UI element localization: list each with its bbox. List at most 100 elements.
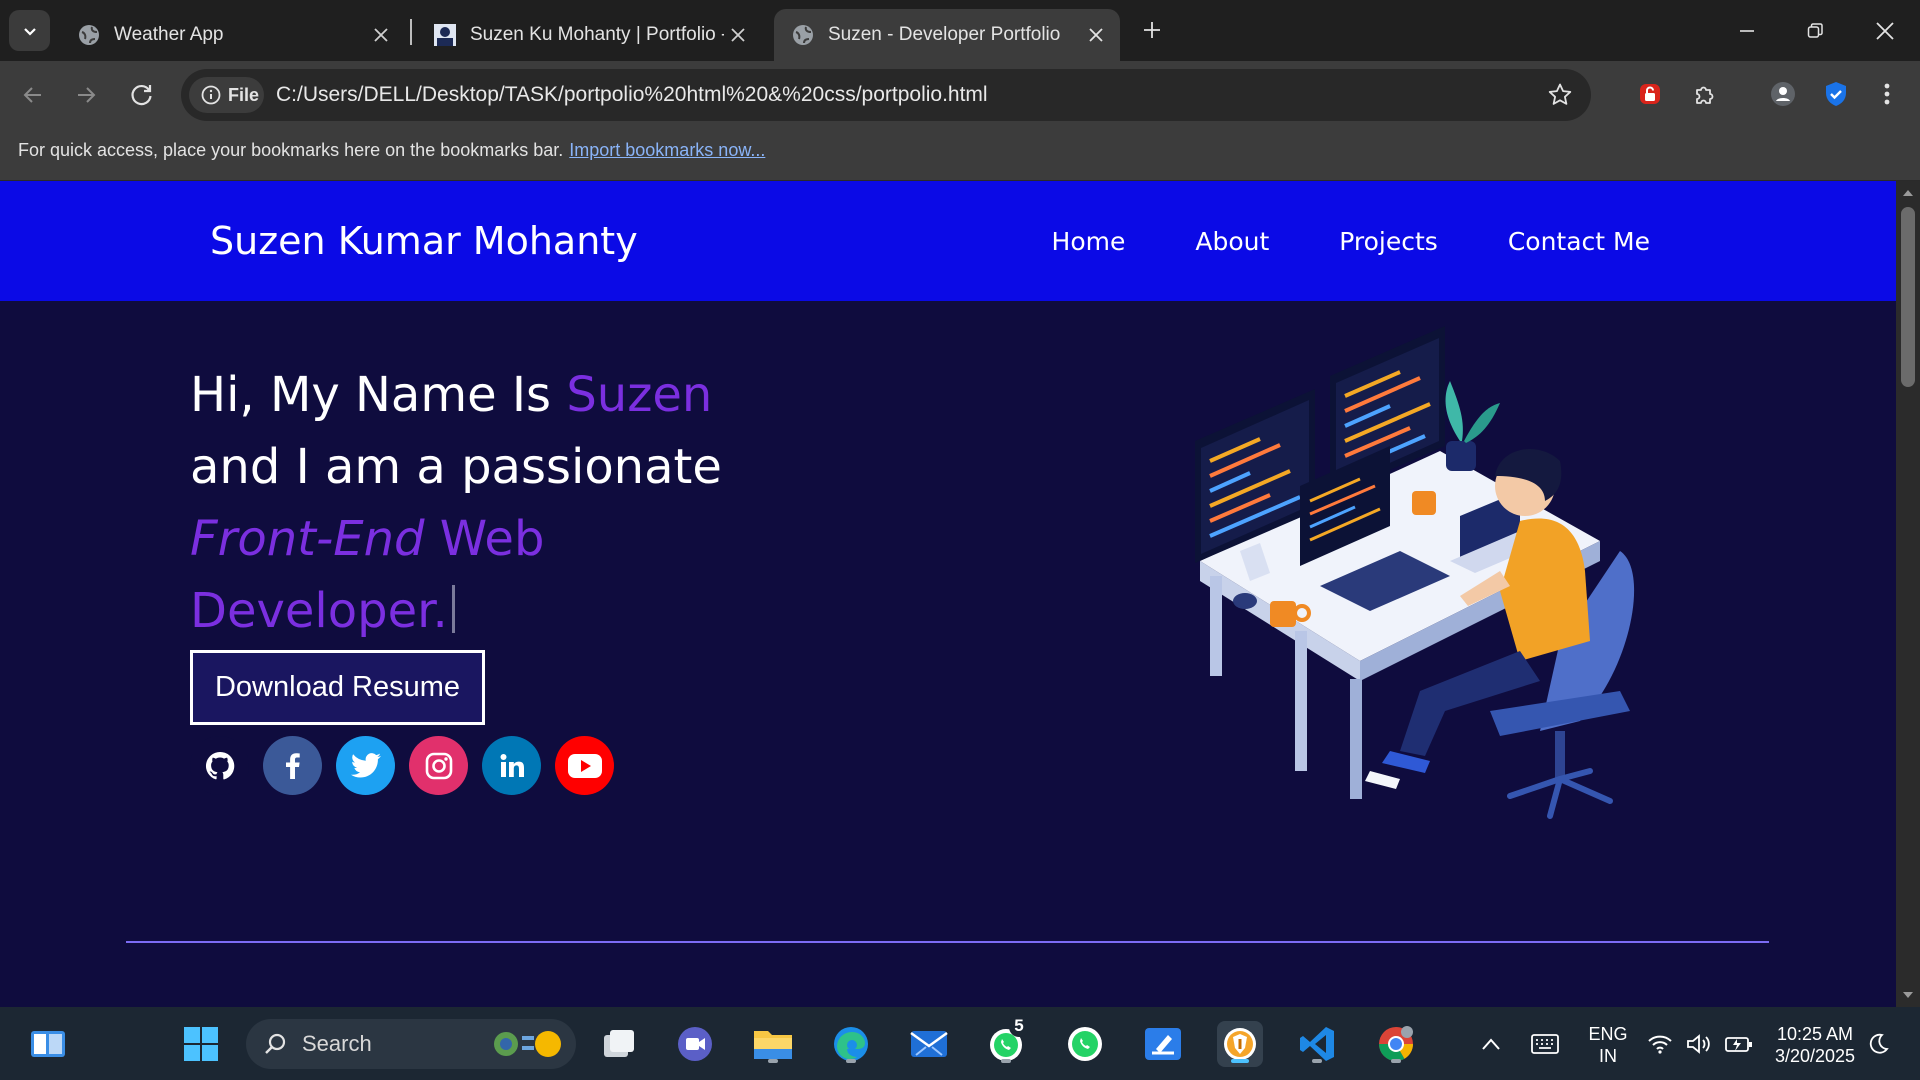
input-language[interactable]: ENG IN: [1580, 1023, 1636, 1067]
wifi-icon: [1647, 1035, 1672, 1054]
linkedin-icon[interactable]: [482, 736, 541, 795]
lock-extension-icon: [1640, 84, 1660, 104]
globe-icon: [78, 24, 100, 46]
bookmarks-bar: For quick access, place your bookmarks h…: [0, 129, 1920, 181]
plus-icon: [1144, 22, 1160, 38]
new-tab-button[interactable]: [1138, 16, 1166, 44]
site-nav-menu: Home About Projects Contact Me: [1052, 181, 1650, 301]
shield-icon: [1826, 82, 1846, 106]
social-links: [190, 736, 614, 795]
search-highlight-icon: [494, 1031, 561, 1057]
twitter-icon[interactable]: [336, 736, 395, 795]
site-info-chip[interactable]: File: [189, 77, 264, 113]
clock[interactable]: 10:25 AM 3/20/2025: [1768, 1023, 1862, 1067]
show-hidden-icons[interactable]: [1468, 1021, 1514, 1067]
scroll-up-icon[interactable]: [1902, 187, 1914, 199]
address-bar[interactable]: File C:/Users/DELL/Desktop/TASK/portpoli…: [181, 69, 1591, 121]
chrome-icon[interactable]: [1373, 1021, 1419, 1067]
security-extension-button[interactable]: [1817, 75, 1855, 113]
task-view-icon[interactable]: [596, 1021, 642, 1067]
nav-link-projects[interactable]: Projects: [1339, 227, 1438, 256]
browser-menu-button[interactable]: [1868, 75, 1906, 113]
star-icon: [1548, 83, 1572, 105]
taskbar-search-placeholder: Search: [302, 1031, 372, 1056]
more-vertical-icon: [1884, 83, 1890, 105]
github-icon[interactable]: [190, 736, 249, 795]
widgets-icon[interactable]: [25, 1021, 71, 1067]
chevron-up-icon: [1482, 1038, 1500, 1050]
nav-link-home[interactable]: Home: [1052, 227, 1126, 256]
system-tray-status[interactable]: [1640, 1021, 1760, 1067]
profile-button[interactable]: [1764, 75, 1802, 113]
nav-link-contact[interactable]: Contact Me: [1508, 227, 1650, 256]
hero-role-end: Developer.: [190, 583, 448, 639]
import-bookmarks-link[interactable]: Import bookmarks now...: [569, 140, 765, 160]
close-tab-icon[interactable]: [724, 21, 752, 49]
moon-icon: [1869, 1033, 1889, 1054]
download-resume-button[interactable]: Download Resume: [190, 650, 485, 725]
clock-time: 10:25 AM: [1776, 1024, 1854, 1044]
browser-toolbar: File C:/Users/DELL/Desktop/TASK/portpoli…: [0, 61, 1920, 129]
running-indicator: [1312, 1059, 1322, 1063]
close-tab-icon[interactable]: [1082, 21, 1110, 49]
page-viewport: Suzen Kumar Mohanty Home About Projects …: [0, 181, 1896, 1007]
section-divider: [126, 941, 1769, 943]
minimize-button[interactable]: [1730, 14, 1764, 48]
hero-role-italic: Front-End: [190, 511, 425, 567]
brave-icon[interactable]: [1217, 1021, 1263, 1067]
whatsapp-icon[interactable]: [1062, 1021, 1108, 1067]
puzzle-icon: [1696, 86, 1714, 104]
search-icon: [265, 1033, 286, 1054]
tab-developer-portfolio[interactable]: Suzen - Developer Portfolio: [774, 9, 1120, 61]
vscode-icon[interactable]: [1294, 1021, 1340, 1067]
youtube-icon[interactable]: [555, 736, 614, 795]
arrow-right-icon: [78, 87, 96, 103]
reload-icon: [131, 84, 152, 106]
edge-icon[interactable]: [828, 1021, 874, 1067]
site-header: Suzen Kumar Mohanty Home About Projects …: [0, 181, 1896, 301]
url-text[interactable]: C:/Users/DELL/Desktop/TASK/portpolio%20h…: [276, 69, 988, 121]
file-explorer-icon[interactable]: [750, 1021, 796, 1067]
running-indicator: [768, 1059, 778, 1063]
forward-button[interactable]: [67, 76, 105, 114]
hero-line-3: Front-End Web: [190, 503, 722, 575]
site-brand[interactable]: Suzen Kumar Mohanty: [210, 181, 638, 301]
nav-link-about[interactable]: About: [1195, 227, 1269, 256]
whatsapp-business-icon[interactable]: 5: [983, 1015, 1029, 1067]
hero-role-rest: Web: [424, 511, 545, 567]
bookmark-star-button[interactable]: [1543, 78, 1577, 112]
screen: Weather App Suzen Ku Mohanty | Portfolio…: [0, 0, 1920, 1080]
hero-line-4: Developer.: [190, 575, 722, 647]
notifications-button[interactable]: [1860, 1021, 1896, 1067]
running-indicator: [846, 1059, 856, 1063]
mail-icon[interactable]: [906, 1021, 952, 1067]
tab-weather-app[interactable]: Weather App: [60, 9, 405, 61]
extension-lock-button[interactable]: [1631, 75, 1669, 113]
hero-line-1: Hi, My Name Is Suzen: [190, 359, 722, 431]
keyboard-icon[interactable]: [1522, 1021, 1568, 1067]
scroll-down-icon[interactable]: [1902, 989, 1914, 1001]
close-tab-icon[interactable]: [367, 21, 395, 49]
tab-separator: [410, 19, 412, 45]
taskbar-search-box[interactable]: Search: [246, 1019, 576, 1069]
arrow-left-icon: [23, 87, 41, 103]
close-window-button[interactable]: [1868, 14, 1902, 48]
facebook-icon[interactable]: [263, 736, 322, 795]
back-button[interactable]: [14, 76, 52, 114]
restore-icon: [1807, 23, 1823, 38]
developer-illustration: [1195, 326, 1635, 819]
tab-portfolio[interactable]: Suzen Ku Mohanty | Portfolio -: [416, 9, 762, 61]
instagram-icon[interactable]: [409, 736, 468, 795]
teams-meet-icon[interactable]: [672, 1021, 718, 1067]
page-scrollbar[interactable]: [1896, 181, 1920, 1007]
scroll-thumb[interactable]: [1901, 207, 1915, 387]
hero-name: Suzen: [566, 367, 713, 423]
bookmarks-message: For quick access, place your bookmarks h…: [18, 140, 564, 160]
restore-button[interactable]: [1798, 14, 1832, 48]
tab-search-button[interactable]: [9, 10, 50, 51]
extensions-button[interactable]: [1686, 75, 1724, 113]
start-button[interactable]: [178, 1021, 224, 1067]
windows-taskbar: Search 5 ENG IN 10:25 AM 3/20/2025: [0, 1007, 1920, 1080]
reload-button[interactable]: [122, 76, 160, 114]
drawing-app-icon[interactable]: [1140, 1021, 1186, 1067]
